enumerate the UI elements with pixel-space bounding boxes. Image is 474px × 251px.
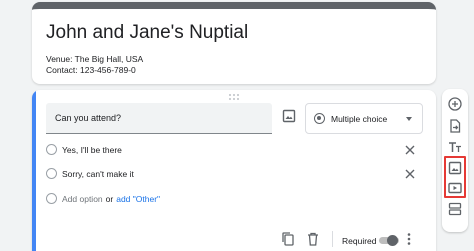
option-label[interactable]: Yes, I'll be there — [62, 145, 122, 155]
radio-unchecked-icon — [46, 144, 57, 155]
add-option-link[interactable]: Add option — [62, 194, 103, 204]
radio-checked-icon — [314, 113, 325, 124]
option-row[interactable]: Sorry, can't make it — [46, 167, 426, 181]
add-image-icon[interactable] — [281, 108, 297, 124]
required-toggle[interactable] — [379, 235, 399, 246]
question-type-dropdown[interactable]: Multiple choice — [305, 103, 423, 134]
more-options-icon[interactable] — [404, 231, 414, 247]
radio-unchecked-icon — [46, 168, 57, 179]
venue-text: Venue: The Big Hall, USA — [46, 54, 144, 64]
question-type-label: Multiple choice — [331, 114, 388, 124]
delete-icon[interactable] — [306, 231, 320, 247]
duplicate-icon[interactable] — [281, 231, 295, 247]
drag-handle-icon[interactable] — [229, 94, 239, 100]
add-option-row[interactable]: Add option or add "Other" — [46, 192, 426, 206]
active-accent-bar — [32, 90, 36, 251]
remove-option-icon[interactable] — [403, 143, 417, 157]
footer-divider — [332, 231, 333, 247]
add-question-icon[interactable] — [447, 96, 463, 112]
option-label[interactable]: Sorry, can't make it — [62, 169, 134, 179]
contact-text: Contact: 123-456-789-0 — [46, 65, 136, 75]
highlight-box — [444, 156, 466, 198]
remove-option-icon[interactable] — [403, 167, 417, 181]
import-questions-icon[interactable] — [447, 118, 463, 134]
form-description[interactable]: Venue: The Big Hall, USA Contact: 123-45… — [46, 54, 143, 76]
add-title-icon[interactable] — [447, 139, 463, 155]
question-title-text: Can you attend? — [55, 113, 122, 123]
form-title-card[interactable]: John and Jane's Nuptial Venue: The Big H… — [32, 2, 436, 84]
dropdown-arrow-icon — [406, 117, 412, 121]
add-other-link[interactable]: add "Other" — [116, 194, 160, 204]
radio-unchecked-icon — [46, 193, 57, 204]
required-label: Required — [342, 236, 377, 246]
or-text: or — [105, 194, 114, 204]
form-title[interactable]: John and Jane's Nuptial — [46, 21, 248, 45]
option-row[interactable]: Yes, I'll be there — [46, 143, 426, 157]
question-title-input[interactable]: Can you attend? — [46, 103, 272, 134]
question-card[interactable]: Can you attend? Multiple choice Yes, I'l… — [32, 90, 436, 251]
add-section-icon[interactable] — [447, 201, 463, 217]
